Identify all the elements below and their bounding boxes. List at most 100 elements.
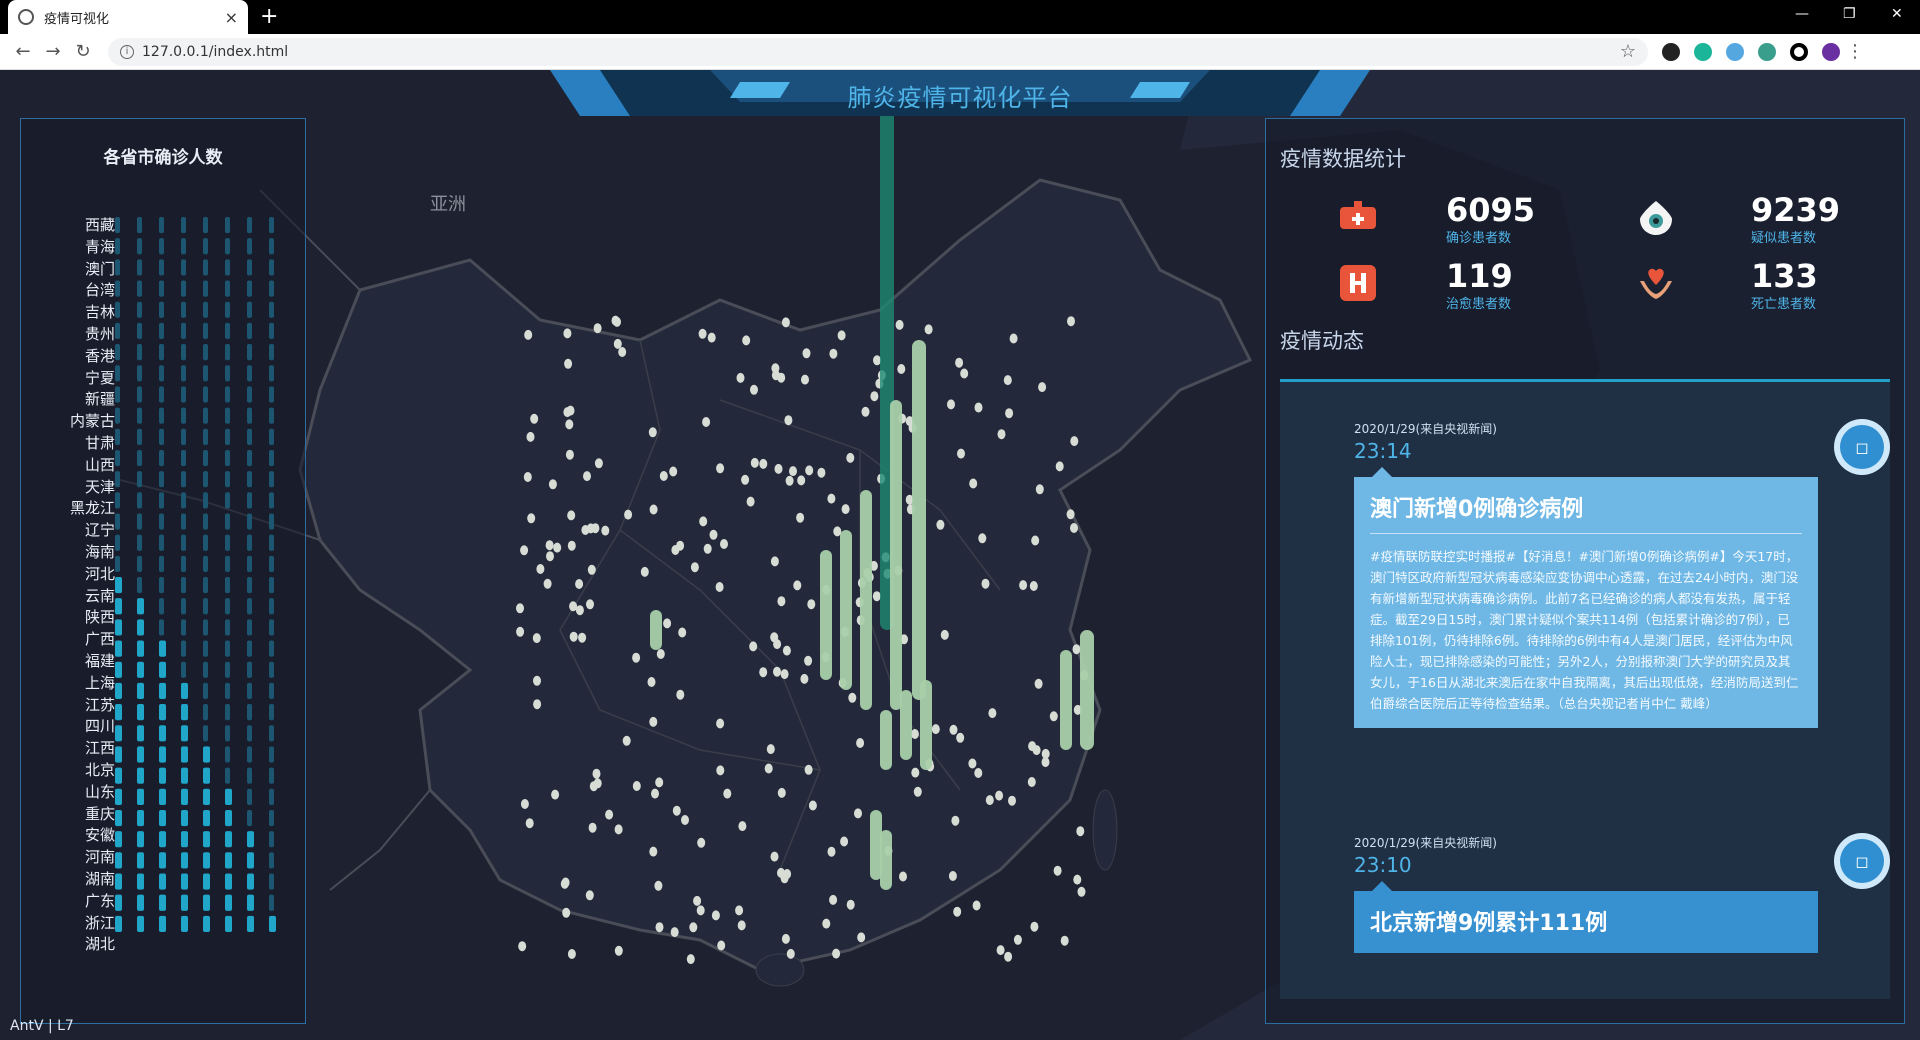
extension-icon[interactable] xyxy=(1662,42,1680,61)
stat-cured: 119 治愈患者数 xyxy=(1446,257,1513,312)
bar-segment xyxy=(225,555,230,572)
province-label: 安徽 xyxy=(84,826,115,845)
news-card[interactable]: ◻ 北京新增9例累计111例 xyxy=(1354,833,1890,953)
province-bar-chart[interactable] xyxy=(111,215,291,935)
profile-avatar[interactable] xyxy=(1822,42,1840,61)
news-time: 23:14 xyxy=(1354,439,1412,463)
map-point xyxy=(759,458,768,469)
browser-tab[interactable]: 疫情可视化 × xyxy=(8,0,248,34)
extension-icon[interactable] xyxy=(1694,42,1712,61)
info-icon[interactable]: i xyxy=(120,44,134,59)
restore-button[interactable]: ❐ xyxy=(1843,6,1856,22)
bar-segment xyxy=(181,280,186,297)
map-point xyxy=(715,582,724,592)
bar-segment xyxy=(159,238,164,255)
bar-segment xyxy=(247,471,252,488)
bar-segment xyxy=(269,788,274,805)
bar-segment xyxy=(225,449,230,467)
bar-segment xyxy=(269,915,276,932)
extension-icon[interactable] xyxy=(1790,42,1808,61)
map-point xyxy=(848,692,857,703)
map-point xyxy=(1070,436,1079,447)
bar-segment xyxy=(115,280,120,297)
bar-segment xyxy=(225,280,230,297)
reload-icon[interactable]: ↻ xyxy=(68,41,98,62)
map-point xyxy=(711,910,720,921)
back-icon[interactable]: ← xyxy=(8,41,38,62)
news-card[interactable]: ◻ 澳门新增0例确诊病例 #疫情联防联控实时播报#【好消息！#澳门新增0例确诊病… xyxy=(1354,419,1890,728)
map-point xyxy=(640,566,649,577)
bar-segment xyxy=(269,682,274,700)
bar-segment xyxy=(181,831,188,848)
map-point xyxy=(551,789,560,800)
bar-segment xyxy=(181,767,188,784)
map-point xyxy=(949,724,958,735)
map-point xyxy=(569,601,578,612)
url-box[interactable]: i 127.0.0.1/index.html ☆ xyxy=(108,37,1648,66)
menu-icon[interactable]: ⋮ xyxy=(1840,41,1870,62)
map-point xyxy=(785,475,794,486)
bar-segment xyxy=(247,449,252,467)
extension-icon[interactable] xyxy=(1758,42,1776,61)
map-point xyxy=(716,718,725,729)
square-icon: ◻ xyxy=(1840,839,1884,883)
news-date: 2020/1/29(来自央视新闻) xyxy=(1354,422,1497,436)
bar-segment xyxy=(181,217,186,234)
bar-segment xyxy=(159,873,166,890)
minimize-button[interactable]: — xyxy=(1795,6,1809,22)
map-point xyxy=(707,332,716,343)
map-point xyxy=(525,818,534,829)
province-bar-panel: 各省市确诊人数 西藏 青海 澳门 台湾 吉林 贵州 香港 宁夏 新疆 内蒙古 甘肃 山西 天津 黑龙江 辽宁… xyxy=(20,118,306,1024)
bar-segment xyxy=(181,704,188,721)
province-label: 宁夏 xyxy=(84,368,115,387)
province-label: 吉林 xyxy=(84,303,115,322)
bar-segment xyxy=(137,788,144,805)
province-label: 福建 xyxy=(84,651,115,670)
map-point xyxy=(974,768,983,778)
map-point xyxy=(1038,382,1047,393)
new-tab-button[interactable]: + xyxy=(260,4,278,29)
bar-segment xyxy=(203,259,208,276)
map-point xyxy=(523,472,532,482)
map-point xyxy=(699,516,708,527)
map-column xyxy=(900,690,912,760)
bar-segment xyxy=(247,259,252,276)
map-point xyxy=(829,894,838,905)
bar-segment xyxy=(203,682,208,700)
news-timeline[interactable]: 2020/1/29(来自央视新闻) 23:14 ◻ 澳门新增0例确诊病例 #疫情… xyxy=(1280,379,1890,999)
map-point xyxy=(764,763,773,774)
url-text[interactable]: 127.0.0.1/index.html xyxy=(142,44,1620,60)
forward-icon[interactable]: → xyxy=(38,41,68,62)
province-label: 重庆 xyxy=(84,804,115,823)
bar-segment xyxy=(203,767,210,784)
map-point xyxy=(870,391,879,402)
bar-segment xyxy=(247,386,252,403)
bar-segment xyxy=(115,301,120,318)
bar-segment xyxy=(225,894,232,911)
stat-deaths: 133 死亡患者数 xyxy=(1751,257,1818,312)
bar-segment xyxy=(247,344,252,361)
bar-segment xyxy=(225,767,230,784)
bar-segment xyxy=(159,598,164,615)
antv-logo[interactable]: AntV | L7 xyxy=(10,1018,74,1034)
close-window-button[interactable]: ✕ xyxy=(1891,6,1903,22)
extension-icon[interactable] xyxy=(1726,42,1744,61)
map-point xyxy=(533,675,541,686)
bar-segment xyxy=(137,449,142,467)
bar-segment xyxy=(115,788,122,805)
map-point xyxy=(696,905,705,916)
bar-segment xyxy=(137,344,142,361)
province-label: 青海 xyxy=(84,237,115,256)
map-point xyxy=(654,880,663,891)
map-point xyxy=(759,667,768,678)
map-point xyxy=(822,918,831,929)
stat-label: 疑似患者数 xyxy=(1751,231,1817,246)
map-point xyxy=(995,790,1004,801)
bar-segment xyxy=(137,492,142,509)
bar-segment xyxy=(115,598,122,615)
bar-segment xyxy=(203,407,208,424)
map-point xyxy=(931,724,940,735)
map-point xyxy=(562,907,571,918)
tab-close-button[interactable]: × xyxy=(225,8,238,27)
bookmark-star-icon[interactable]: ☆ xyxy=(1620,41,1636,62)
